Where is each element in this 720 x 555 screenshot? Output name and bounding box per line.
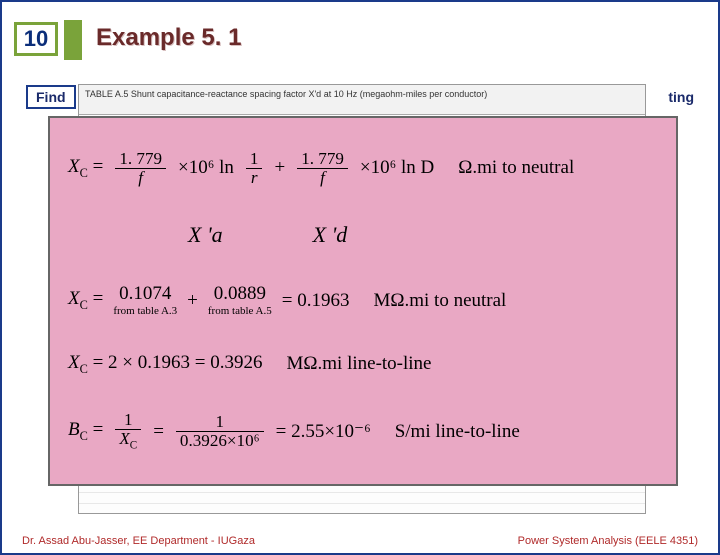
unit-1: Ω.mi to neutral <box>458 158 574 178</box>
value-b: 0.0889 <box>214 284 266 304</box>
page-title: Example 5. 1 <box>96 24 241 52</box>
accent-block <box>64 20 82 60</box>
frac-2: 1 r <box>246 150 263 187</box>
ln-d: ×10⁶ ln D <box>360 158 434 178</box>
footer-left: Dr. Assad Abu-Jasser, EE Department - IU… <box>22 535 255 547</box>
num: 1. 779 <box>115 150 166 168</box>
value-a: 0.1074 <box>119 284 171 304</box>
page-number-box: 10 <box>14 22 58 56</box>
eq-result-2: = 0.1963 <box>282 291 350 311</box>
plus-1: + <box>274 158 285 178</box>
den: f <box>316 169 329 187</box>
den-sub: C <box>130 440 137 452</box>
formula-line-2: XC = 0.1074 from table A.3 + 0.0889 from… <box>68 284 658 317</box>
term-b: 0.0889 from table A.5 <box>208 284 272 317</box>
frac-1: 1. 779 f <box>115 150 166 187</box>
term-a: 0.1074 from table A.3 <box>113 284 177 317</box>
num: 1 <box>211 413 228 431</box>
footer-right: Power System Analysis (EELE 4351) <box>518 535 698 547</box>
den: 0.3926×10⁶ <box>176 432 264 450</box>
num: 1. 779 <box>297 150 348 168</box>
num: 1 <box>246 150 263 168</box>
footer: Dr. Assad Abu-Jasser, EE Department - IU… <box>2 535 718 547</box>
formula-line-1: XC = 1. 779 f ×10⁶ ln 1 r + 1. 779 f ×10… <box>68 150 658 187</box>
unit-2: MΩ.mi to neutral <box>373 291 506 311</box>
num: 1 <box>120 411 137 429</box>
den: r <box>247 169 262 187</box>
frac-bc-2: 1 0.3926×10⁶ <box>176 413 264 450</box>
xc-symbol-2: XC = <box>68 289 103 312</box>
sci-1: ×10⁶ ln <box>178 158 234 178</box>
sym-x: X <box>68 288 80 309</box>
bc-symbol: BC = <box>68 420 103 443</box>
note-b: from table A.5 <box>208 306 272 318</box>
formula-line-3: XC = 2 × 0.1963 = 0.3926 MΩ.mi line-to-l… <box>68 353 658 376</box>
den: XC <box>115 430 141 452</box>
table-caption: TABLE A.5 Shunt capacitance-reactance sp… <box>79 85 645 115</box>
sym-x: X <box>68 156 80 177</box>
slide: 10 Example 5. 1 Find ting TABLE A.5 Shun… <box>0 0 720 555</box>
find-label: Find <box>26 85 76 109</box>
sub-c: C <box>80 429 88 443</box>
xc-line-to-line: XC = 2 × 0.1963 = 0.3926 <box>68 353 263 376</box>
page-number: 10 <box>24 26 48 52</box>
x-prime-d: X 'd <box>313 222 348 248</box>
xc-symbol: XC = <box>68 157 103 180</box>
formula-overlay: XC = 1. 779 f ×10⁶ ln 1 r + 1. 779 f ×10… <box>48 116 678 486</box>
unit-4: S/mi line-to-line <box>395 422 520 442</box>
formula-line-4: BC = 1 XC = 1 0.3926×10⁶ = 2.55×10⁻⁶ S/m… <box>68 411 658 452</box>
sub-c: C <box>80 166 88 180</box>
trailing-text-fragment: ting <box>668 89 694 105</box>
den: f <box>134 169 147 187</box>
den-sym: X <box>119 429 129 448</box>
frac-bc-1: 1 XC <box>115 411 141 452</box>
header: 10 Example 5. 1 <box>2 14 718 62</box>
unit-3: MΩ.mi line-to-line <box>287 354 432 374</box>
frac-3: 1. 779 f <box>297 150 348 187</box>
eq-4: = <box>153 422 164 442</box>
sub-c: C <box>80 298 88 312</box>
x-prime-a: X 'a <box>188 222 223 248</box>
plus-2: + <box>187 291 198 311</box>
bc-result: = 2.55×10⁻⁶ <box>276 422 371 442</box>
note-a: from table A.3 <box>113 306 177 318</box>
sym-b: B <box>68 419 80 440</box>
formula-mid-symbols: X 'a X 'd <box>68 222 658 248</box>
